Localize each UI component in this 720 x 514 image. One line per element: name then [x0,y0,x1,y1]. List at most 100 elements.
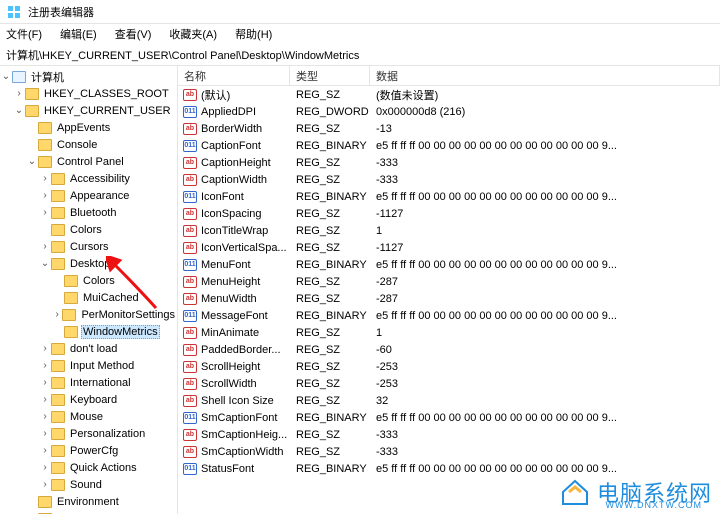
value-name: MenuFont [201,259,290,271]
value-name: CaptionHeight [201,157,290,169]
tree-node[interactable]: › HKEY_CLASSES_ROOT [0,85,177,102]
tree-node[interactable]: ›Keyboard [0,391,177,408]
value-type: REG_SZ [290,157,370,169]
toggle-icon[interactable]: › [39,394,51,405]
folder-icon [38,496,52,508]
value-row[interactable]: abSmCaptionWidthREG_SZ-333 [178,443,720,460]
toggle-icon[interactable]: ⌄ [39,258,51,269]
toggle-icon[interactable]: ⌄ [26,156,38,167]
value-row[interactable]: 011MenuFontREG_BINARYe5 ff ff ff 00 00 0… [178,256,720,273]
value-icon: ab [182,156,198,170]
value-row[interactable]: 011StatusFontREG_BINARYe5 ff ff ff 00 00… [178,460,720,477]
toggle-icon[interactable]: › [39,190,51,201]
value-row[interactable]: abScrollHeightREG_SZ-253 [178,358,720,375]
values-panel[interactable]: 名称 类型 数据 ab(默认)REG_SZ(数值未设置)011AppliedDP… [178,66,720,514]
toggle-icon[interactable]: › [39,445,51,456]
tree-node[interactable]: ›Accessibility [0,170,177,187]
toggle-icon[interactable]: › [39,343,51,354]
tree-node[interactable]: ›Quick Actions [0,459,177,476]
value-icon: ab [182,394,198,408]
tree-label: HKEY_CLASSES_ROOT [42,88,171,100]
toggle-icon[interactable]: › [39,241,51,252]
value-icon: 011 [182,462,198,476]
toggle-icon[interactable]: › [13,88,25,99]
tree-node[interactable]: ⌄HKEY_CURRENT_USER [0,102,177,119]
value-row[interactable]: abIconSpacingREG_SZ-1127 [178,205,720,222]
tree-node[interactable]: Colors [0,221,177,238]
value-row[interactable]: abScrollWidthREG_SZ-253 [178,375,720,392]
tree-node[interactable]: ›Appearance [0,187,177,204]
tree-node[interactable]: ›Sound [0,476,177,493]
toggle-icon[interactable]: › [52,309,62,320]
tree-node[interactable]: ›International [0,374,177,391]
tree-node[interactable]: MuiCached [0,289,177,306]
col-data[interactable]: 数据 [370,66,720,85]
menu-edit[interactable]: 编辑(E) [58,26,99,42]
value-row[interactable]: abCaptionWidthREG_SZ-333 [178,171,720,188]
tree-node[interactable]: ›Mouse [0,408,177,425]
toggle-icon[interactable]: › [39,479,51,490]
value-row[interactable]: abMinAnimateREG_SZ1 [178,324,720,341]
tree-node[interactable]: ⌄Control Panel [0,153,177,170]
toggle-icon[interactable]: › [39,411,51,422]
value-row[interactable]: abIconTitleWrapREG_SZ1 [178,222,720,239]
toggle-icon[interactable]: ⌄ [0,71,12,82]
menu-view[interactable]: 查看(V) [113,26,154,42]
menubar: 文件(F) 编辑(E) 查看(V) 收藏夹(A) 帮助(H) [0,24,720,44]
toggle-icon[interactable]: › [39,360,51,371]
tree-node[interactable]: AppEvents [0,119,177,136]
value-icon: ab [182,88,198,102]
menu-favorites[interactable]: 收藏夹(A) [167,26,219,42]
value-row[interactable]: 011SmCaptionFontREG_BINARYe5 ff ff ff 00… [178,409,720,426]
tree-node[interactable]: ›PerMonitorSettings [0,306,177,323]
tree-node[interactable]: ›Cursors [0,238,177,255]
value-row[interactable]: abShell Icon SizeREG_SZ32 [178,392,720,409]
toggle-icon[interactable]: › [39,428,51,439]
toggle-icon[interactable]: › [39,173,51,184]
tree-node[interactable]: Colors [0,272,177,289]
value-row[interactable]: abIconVerticalSpa...REG_SZ-1127 [178,239,720,256]
tree-label: don't load [68,343,119,355]
folder-icon [64,275,78,287]
menu-help[interactable]: 帮助(H) [233,26,274,42]
value-icon: 011 [182,105,198,119]
value-name: IconTitleWrap [201,225,290,237]
value-name: SmCaptionHeig... [201,429,290,441]
tree-node[interactable]: ⌄计算机 [0,68,177,85]
tree-panel[interactable]: ⌄计算机 › HKEY_CLASSES_ROOT ⌄HKEY_CURRENT_USER… [0,66,178,514]
value-row[interactable]: 011IconFontREG_BINARYe5 ff ff ff 00 00 0… [178,188,720,205]
value-type: REG_SZ [290,293,370,305]
value-row[interactable]: abPaddedBorder...REG_SZ-60 [178,341,720,358]
toggle-icon[interactable]: › [39,462,51,473]
value-row[interactable]: ab(默认)REG_SZ(数值未设置) [178,86,720,103]
toggle-icon[interactable]: ⌄ [13,105,25,116]
tree-node[interactable]: ›Personalization [0,425,177,442]
tree-node[interactable]: ›EUDC [0,510,177,514]
menu-file[interactable]: 文件(F) [4,26,44,42]
tree-node[interactable]: Environment [0,493,177,510]
list-header[interactable]: 名称 类型 数据 [178,66,720,86]
tree-label: MuiCached [81,292,141,304]
value-row[interactable]: abMenuWidthREG_SZ-287 [178,290,720,307]
tree-node[interactable]: Console [0,136,177,153]
tree-node[interactable]: ›Bluetooth [0,204,177,221]
value-row[interactable]: abMenuHeightREG_SZ-287 [178,273,720,290]
col-type[interactable]: 类型 [290,66,370,85]
value-row[interactable]: abSmCaptionHeig...REG_SZ-333 [178,426,720,443]
address-bar[interactable]: 计算机\HKEY_CURRENT_USER\Control Panel\Desk… [0,44,720,66]
value-row[interactable]: abCaptionHeightREG_SZ-333 [178,154,720,171]
toggle-icon[interactable]: › [39,207,51,218]
toggle-icon[interactable]: › [39,377,51,388]
value-data: -1127 [370,242,720,254]
value-row[interactable]: abBorderWidthREG_SZ-13 [178,120,720,137]
col-name[interactable]: 名称 [178,66,290,85]
tree-node[interactable]: ›Input Method [0,357,177,374]
tree-node[interactable]: ›PowerCfg [0,442,177,459]
value-row[interactable]: 011MessageFontREG_BINARYe5 ff ff ff 00 0… [178,307,720,324]
tree-node[interactable]: WindowMetrics [0,323,177,340]
value-row[interactable]: 011CaptionFontREG_BINARYe5 ff ff ff 00 0… [178,137,720,154]
value-row[interactable]: 011AppliedDPIREG_DWORD0x000000d8 (216) [178,103,720,120]
folder-icon [51,224,65,236]
tree-node[interactable]: › don't load [0,340,177,357]
tree-node[interactable]: ⌄Desktop [0,255,177,272]
